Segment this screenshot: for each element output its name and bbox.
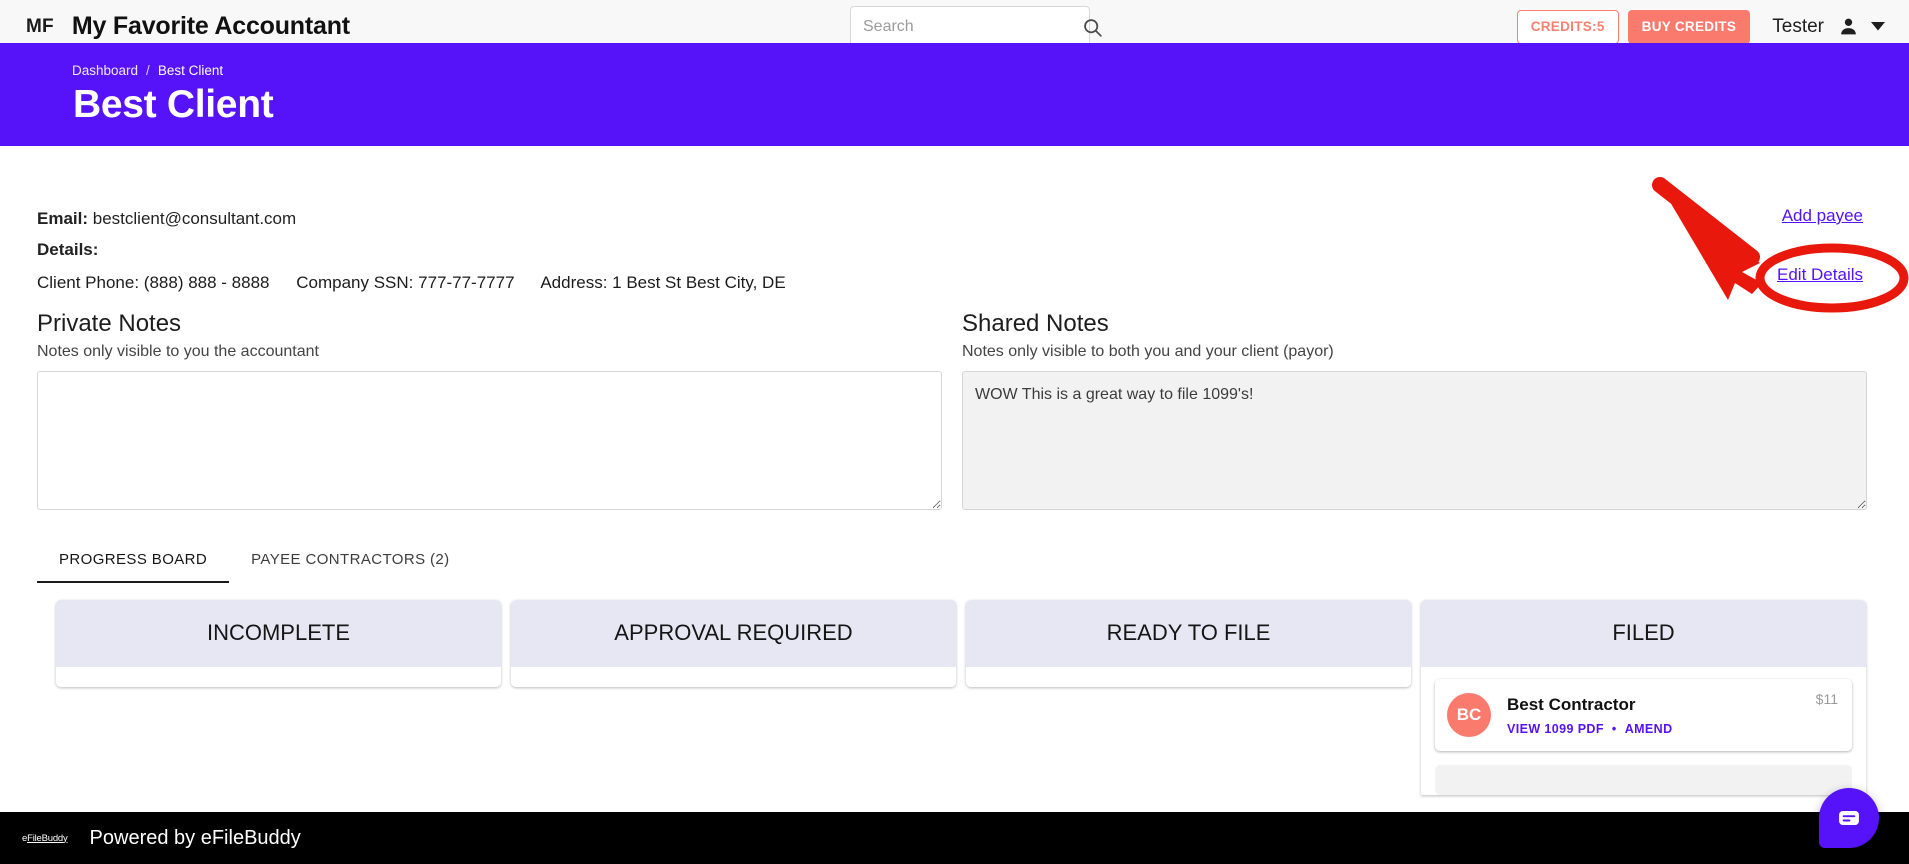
client-email-label: Email: xyxy=(37,209,89,228)
breadcrumb: Dashboard / Best Client xyxy=(72,63,223,78)
shared-notes-heading: Shared Notes xyxy=(962,310,1109,337)
annotation-arrow xyxy=(1652,177,1762,300)
column-drop-placeholder xyxy=(1435,765,1852,795)
tab-payee-contractors[interactable]: PAYEE CONTRACTORS (2) xyxy=(229,545,471,583)
tab-progress-board[interactable]: PROGRESS BOARD xyxy=(37,545,230,583)
contractor-amount: $11 xyxy=(1815,691,1838,707)
notes-section: Private Notes Notes only visible to you … xyxy=(37,310,1872,515)
breadcrumb-item-dashboard[interactable]: Dashboard xyxy=(72,63,138,78)
client-details-label: Details: xyxy=(37,240,99,259)
credits-button[interactable]: CREDITS:5 xyxy=(1516,9,1619,44)
client-email-value: bestclient@consultant.com xyxy=(92,209,297,228)
view-1099-pdf-link[interactable]: VIEW 1099 PDF xyxy=(1507,722,1604,736)
private-notes-panel: Private Notes Notes only visible to you … xyxy=(37,310,942,515)
column-title-ready-to-file: READY TO FILE xyxy=(966,600,1411,667)
private-notes-heading: Private Notes xyxy=(37,310,182,337)
app-root: MF My Favorite Accountant CREDITS:5 BUY … xyxy=(0,0,1909,864)
column-title-filed: FILED xyxy=(1421,600,1866,667)
chat-bubble-glyph xyxy=(1839,811,1859,825)
board-column-approval-required: APPROVAL REQUIRED xyxy=(511,600,956,795)
progress-board: INCOMPLETE APPROVAL REQUIRED READY TO FI… xyxy=(56,600,1866,795)
amend-link[interactable]: AMEND xyxy=(1625,722,1673,736)
client-details-block: Email: bestclient@consultant.com Details… xyxy=(37,203,1037,298)
content-tabs: PROGRESS BOARD PAYEE CONTRACTORS (2) xyxy=(37,545,472,583)
column-body-filed[interactable]: BC Best Contractor VIEW 1099 PDF • AMEND $… xyxy=(1421,679,1866,795)
private-notes-textarea[interactable] xyxy=(37,371,942,510)
chat-bubble-icon[interactable] xyxy=(1819,788,1879,848)
board-column-ready-to-file: READY TO FILE xyxy=(966,600,1411,795)
board-column-filed: FILED BC Best Contractor VIEW 1099 PDF • A… xyxy=(1421,600,1866,795)
shared-notes-textarea[interactable] xyxy=(962,371,1867,510)
efilebuddy-logo: eFileBuddy xyxy=(22,833,68,844)
client-email-line: Email: bestclient@consultant.com xyxy=(37,203,1037,234)
efilebuddy-logo-main: FileBuddy xyxy=(27,832,68,844)
brand-logo-mark: MF xyxy=(26,15,54,37)
column-title-approval-required: APPROVAL REQUIRED xyxy=(511,600,956,667)
shared-notes-subtitle: Notes only visible to both you and your … xyxy=(962,343,1334,360)
action-separator-dot: • xyxy=(1611,721,1617,736)
page-footer: eFileBuddy Powered by eFileBuddy xyxy=(0,812,1909,864)
search-input[interactable] xyxy=(851,7,1082,47)
contractor-card-actions: VIEW 1099 PDF • AMEND xyxy=(1507,722,1673,736)
person-icon[interactable] xyxy=(1838,16,1859,37)
edit-details-link[interactable]: Edit Details xyxy=(1777,265,1863,285)
brand-name: My Favorite Accountant xyxy=(71,12,350,40)
client-detail-values-row: Client Phone: (888) 888 - 8888 Company S… xyxy=(37,267,1037,298)
search-icon[interactable] xyxy=(1082,7,1103,47)
breadcrumb-item-current: Best Client xyxy=(157,63,224,78)
column-title-incomplete: INCOMPLETE xyxy=(56,600,501,667)
client-address-value: Address: 1 Best St Best City, DE xyxy=(540,273,786,292)
page-hero-banner: Dashboard / Best Client Best Client xyxy=(0,43,1909,146)
buy-credits-button[interactable]: BUY CREDITS xyxy=(1627,9,1751,44)
private-notes-subtitle: Notes only visible to you the accountant xyxy=(37,343,319,360)
add-payee-link[interactable]: Add payee xyxy=(1782,206,1863,226)
contractor-card[interactable]: BC Best Contractor VIEW 1099 PDF • AMEND $… xyxy=(1435,679,1852,751)
client-phone-value: Client Phone: (888) 888 - 8888 xyxy=(37,273,270,292)
user-name-label: Tester xyxy=(1772,15,1824,37)
column-body-ready-to-file[interactable] xyxy=(966,667,1411,687)
search-box[interactable] xyxy=(850,6,1102,48)
column-body-approval-required[interactable] xyxy=(511,667,956,687)
chevron-down-icon[interactable] xyxy=(1871,22,1885,31)
column-body-incomplete[interactable] xyxy=(56,667,501,687)
shared-notes-panel: Shared Notes Notes only visible to both … xyxy=(962,310,1867,515)
breadcrumb-separator: / xyxy=(146,63,150,78)
board-column-incomplete: INCOMPLETE xyxy=(56,600,501,795)
client-ssn-value: Company SSN: 777-77-7777 xyxy=(296,273,515,292)
page-title: Best Client xyxy=(73,83,274,126)
contractor-name: Best Contractor xyxy=(1507,694,1636,714)
footer-powered-by-text: Powered by eFileBuddy xyxy=(89,826,301,849)
avatar: BC xyxy=(1447,693,1491,737)
